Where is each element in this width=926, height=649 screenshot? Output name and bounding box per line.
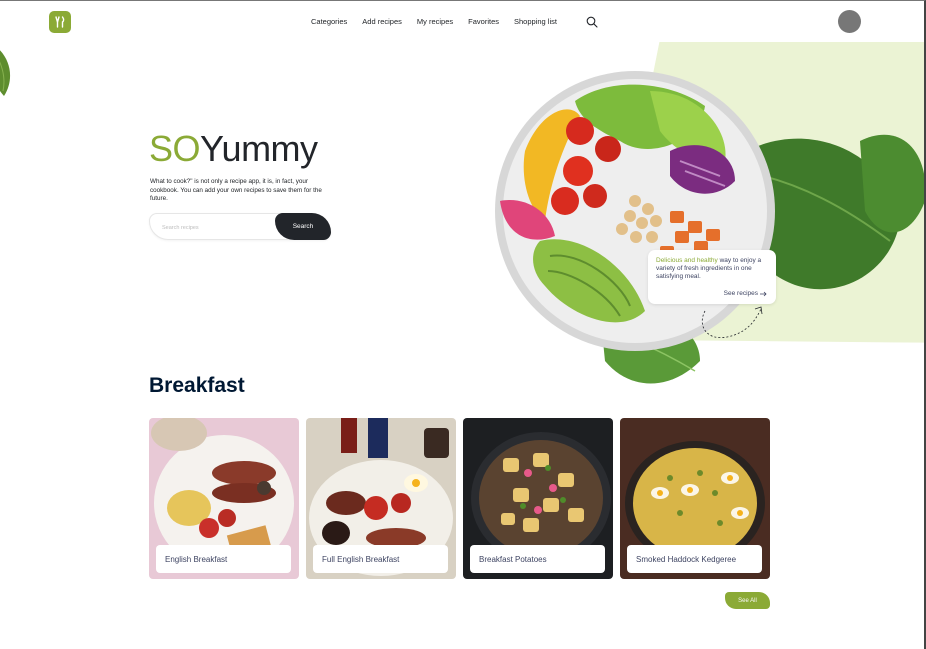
recipe-card[interactable]: English Breakfast [149, 418, 299, 579]
promo-card: Delicious and healthy way to enjoy a var… [648, 250, 776, 304]
hero-search-bar: Search [149, 213, 331, 240]
see-all-button[interactable]: See All [725, 592, 770, 609]
brand-accent: SO [149, 128, 201, 169]
logo-icon[interactable] [49, 11, 71, 33]
nav-favorites[interactable]: Favorites [468, 17, 499, 26]
nav-categories[interactable]: Categories [311, 17, 347, 26]
salad-bowl-image [495, 71, 924, 384]
search-input[interactable] [162, 221, 272, 234]
nav-my-recipes[interactable]: My recipes [417, 17, 453, 26]
recipe-card-title: English Breakfast [156, 545, 291, 573]
search-icon[interactable] [586, 15, 598, 28]
recipe-card[interactable]: Breakfast Potatoes [463, 418, 613, 579]
recipe-card-title: Breakfast Potatoes [470, 545, 605, 573]
dashed-arrow-decoration [701, 306, 763, 339]
brand-title: SOYummy [149, 129, 318, 169]
search-button[interactable]: Search [275, 213, 331, 240]
recipe-card-title: Full English Breakfast [313, 545, 448, 573]
arrow-right-icon [760, 291, 767, 296]
avatar[interactable] [838, 10, 861, 33]
brand-rest: Yummy [200, 128, 318, 169]
nav-shopping-list[interactable]: Shopping list [514, 17, 557, 26]
promo-highlight: Delicious and healthy [656, 257, 718, 264]
main-nav: Categories Add recipes My recipes Favori… [311, 17, 572, 26]
recipe-card-title: Smoked Haddock Kedgeree [627, 545, 762, 573]
leaf-decoration [0, 50, 11, 96]
page: Categories Add recipes My recipes Favori… [0, 0, 926, 649]
see-recipes-link[interactable]: See recipes [724, 290, 767, 297]
section-title: Breakfast [149, 374, 245, 397]
nav-add-recipes[interactable]: Add recipes [362, 17, 402, 26]
hero-tagline: What to cook?" is not only a recipe app,… [150, 178, 322, 203]
see-recipes-label: See recipes [723, 290, 758, 297]
recipe-card[interactable]: Full English Breakfast [306, 418, 456, 579]
promo-text: Delicious and healthy way to enjoy a var… [656, 257, 768, 281]
recipe-card[interactable]: Smoked Haddock Kedgeree [620, 418, 770, 579]
